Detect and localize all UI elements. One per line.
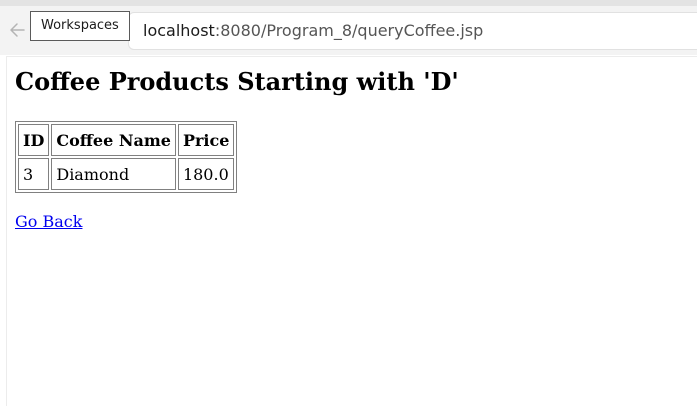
address-url[interactable]: localhost:8080/Program_8/queryCoffee.jsp xyxy=(143,20,483,42)
address-host: localhost xyxy=(143,21,215,40)
workspaces-tooltip: Workspaces xyxy=(30,11,130,41)
column-header-coffee-name: Coffee Name xyxy=(51,124,176,156)
column-header-id: ID xyxy=(18,124,50,156)
cell-price: 180.0 xyxy=(177,158,235,190)
column-header-price: Price xyxy=(177,124,235,156)
browser-toolbar: localhost:8080/Program_8/queryCoffee.jsp… xyxy=(0,0,697,55)
arrow-left-icon xyxy=(10,23,25,37)
page-title: Coffee Products Starting with 'D' xyxy=(15,67,459,96)
cell-id: 3 xyxy=(18,158,50,190)
table-row: 3 Diamond 180.0 xyxy=(18,158,235,190)
address-path: :8080/Program_8/queryCoffee.jsp xyxy=(214,21,484,40)
coffee-table: ID Coffee Name Price 3 Diamond 180.0 xyxy=(15,121,238,193)
cell-coffee-name: Diamond xyxy=(51,158,176,190)
go-back-link[interactable]: Go Back xyxy=(15,211,82,233)
table-header-row: ID Coffee Name Price xyxy=(18,124,235,156)
tab-strip xyxy=(0,0,697,6)
page-content: Coffee Products Starting with 'D' ID Cof… xyxy=(6,56,697,406)
back-button[interactable] xyxy=(4,16,32,44)
